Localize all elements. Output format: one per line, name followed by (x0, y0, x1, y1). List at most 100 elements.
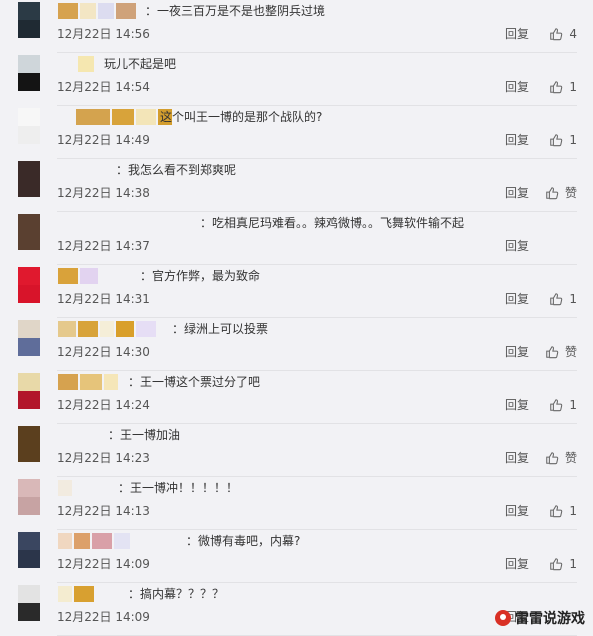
comment-item: 玩儿不起是吧 12月22日 14:54 回复 1 (0, 53, 593, 106)
comment-time: 12月22日 14:37 (57, 239, 150, 253)
comment-time: 12月22日 14:56 (57, 27, 150, 41)
reply-button[interactable]: 回复 (505, 238, 529, 254)
like-button[interactable]: 赞 (545, 343, 577, 361)
like-count: 赞 (564, 345, 577, 359)
comment-item: ：一夜三百万是不是也整阴兵过境 12月22日 14:56 回复 4 (0, 0, 593, 53)
username-blurred[interactable] (58, 268, 100, 284)
thumbs-up-icon (549, 292, 569, 306)
comment-time: 12月22日 14:13 (57, 504, 150, 518)
user-avatar[interactable] (18, 161, 40, 197)
thumbs-up-icon (549, 27, 569, 41)
thumbs-up-icon (549, 557, 569, 571)
comment-time: 12月22日 14:30 (57, 345, 150, 359)
comment-text: ：一夜三百万是不是也整阴兵过境 (145, 4, 326, 18)
watermark-logo-icon (495, 610, 511, 626)
like-button[interactable]: 1 (549, 396, 577, 414)
like-count: 1 (569, 557, 577, 571)
like-button[interactable]: 4 (549, 25, 577, 43)
like-count: 赞 (564, 186, 577, 200)
thumbs-up-icon (549, 504, 569, 518)
thumbs-up-icon (549, 80, 569, 94)
user-avatar[interactable] (18, 585, 40, 621)
comment-text: ：我怎么看不到郑爽呢 (116, 163, 237, 177)
comment-text: ：王一博加油 (108, 428, 181, 442)
comment-item: ：王一博这个票过分了吧 12月22日 14:24 回复 1 (0, 371, 593, 424)
like-count: 1 (569, 80, 577, 94)
reply-button[interactable]: 回复 (505, 79, 529, 95)
comment-item: ：王一博加油 12月22日 14:23 回复 赞 (0, 424, 593, 477)
comment-time: 12月22日 14:31 (57, 292, 150, 306)
reply-button[interactable]: 回复 (505, 132, 529, 148)
comment-time: 12月22日 14:23 (57, 451, 150, 465)
like-button[interactable]: 1 (549, 555, 577, 573)
comment-text: 玩儿不起是吧 (104, 57, 177, 71)
thumbs-up-icon (545, 345, 565, 359)
like-button[interactable]: 1 (549, 131, 577, 149)
comment-item: ：王一博冲！！！！！ 12月22日 14:13 回复 1 (0, 477, 593, 530)
like-button[interactable]: 赞 (545, 184, 577, 202)
watermark: 雷雷说游戏 (495, 608, 585, 628)
comment-time: 12月22日 14:38 (57, 186, 150, 200)
reply-button[interactable]: 回复 (505, 185, 529, 201)
user-avatar[interactable] (18, 108, 40, 144)
thumbs-up-icon (545, 186, 565, 200)
comment-time: 12月22日 14:24 (57, 398, 150, 412)
user-avatar[interactable] (18, 2, 40, 38)
like-button[interactable]: 1 (549, 290, 577, 308)
comment-text: ：官方作弊，最为致命 (140, 269, 261, 283)
comment-item: ：我怎么看不到郑爽呢 12月22日 14:38 回复 赞 (0, 159, 593, 212)
comment-list: ：一夜三百万是不是也整阴兵过境 12月22日 14:56 回复 4 玩儿不起是吧 12月2… (0, 0, 593, 636)
username-blurred[interactable] (78, 56, 96, 72)
reply-button[interactable]: 回复 (505, 26, 529, 42)
thumbs-up-icon (545, 451, 565, 465)
like-count: 1 (569, 398, 577, 412)
like-count: 4 (569, 27, 577, 41)
user-avatar[interactable] (18, 426, 40, 462)
comment-item: 这个叫王一博的是那个战队的? 12月22日 14:49 回复 1 (0, 106, 593, 159)
username-blurred[interactable] (58, 374, 120, 390)
username-blurred[interactable] (58, 321, 158, 337)
thumbs-up-icon (549, 398, 569, 412)
comment-item: ：吃相真尼玛难看。。辣鸡微博。。飞舞软件输不起 12月22日 14:37 回复 (0, 212, 593, 265)
comment-text: ：吃相真尼玛难看。。辣鸡微博。。飞舞软件输不起 (200, 216, 465, 230)
like-count: 赞 (564, 451, 577, 465)
comment-text: 这个叫王一博的是那个战队的? (160, 110, 323, 124)
user-avatar[interactable] (18, 55, 40, 91)
username-blurred[interactable] (58, 480, 74, 496)
reply-button[interactable]: 回复 (505, 556, 529, 572)
user-avatar[interactable] (18, 479, 40, 515)
comment-time: 12月22日 14:09 (57, 557, 150, 571)
watermark-text: 雷雷说游戏 (515, 611, 585, 627)
like-button[interactable]: 赞 (545, 449, 577, 467)
reply-button[interactable]: 回复 (505, 397, 529, 413)
user-avatar[interactable] (18, 267, 40, 303)
thumbs-up-icon (549, 133, 569, 147)
reply-button[interactable]: 回复 (505, 503, 529, 519)
like-button[interactable]: 1 (549, 78, 577, 96)
username-blurred[interactable] (58, 533, 132, 549)
comment-text: ：绿洲上可以投票 (172, 322, 269, 336)
username-blurred[interactable] (58, 3, 138, 19)
user-avatar[interactable] (18, 532, 40, 568)
comment-time: 12月22日 14:54 (57, 80, 150, 94)
comment-time: 12月22日 14:49 (57, 133, 150, 147)
comment-text: ：搞内幕？？？？ (128, 587, 225, 601)
user-avatar[interactable] (18, 214, 40, 250)
like-count: 1 (569, 133, 577, 147)
comment-text: ：王一博冲！！！！！ (118, 481, 239, 495)
like-count: 1 (569, 292, 577, 306)
user-avatar[interactable] (18, 320, 40, 356)
comment-item: ：微博有毒吧，内幕? 12月22日 14:09 回复 1 (0, 530, 593, 583)
comment-text: ：王一博这个票过分了吧 (128, 375, 261, 389)
comment-item: ：官方作弊，最为致命 12月22日 14:31 回复 1 (0, 265, 593, 318)
comment-text: ：微博有毒吧，内幕? (186, 534, 301, 548)
comment-item: ：绿洲上可以投票 12月22日 14:30 回复 赞 (0, 318, 593, 371)
like-count: 1 (569, 504, 577, 518)
reply-button[interactable]: 回复 (505, 450, 529, 466)
username-blurred[interactable] (58, 586, 96, 602)
reply-button[interactable]: 回复 (505, 291, 529, 307)
comment-time: 12月22日 14:09 (57, 610, 150, 624)
reply-button[interactable]: 回复 (505, 344, 529, 360)
like-button[interactable]: 1 (549, 502, 577, 520)
user-avatar[interactable] (18, 373, 40, 409)
